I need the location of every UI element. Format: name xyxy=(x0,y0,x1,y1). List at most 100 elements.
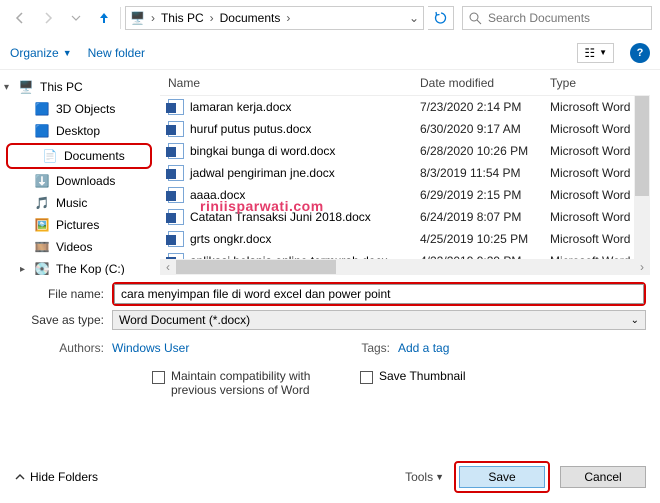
file-date: 6/28/2020 10:26 PM xyxy=(420,144,550,158)
docx-icon xyxy=(168,187,184,203)
breadcrumb-part[interactable]: This PC xyxy=(161,11,204,25)
file-name: bingkai bunga di word.docx xyxy=(190,144,335,158)
sidebar-item-videos[interactable]: 🎞️ Videos xyxy=(0,236,160,258)
expand-icon[interactable]: ▸ xyxy=(20,264,25,275)
sidebar-item-label: This PC xyxy=(40,80,83,94)
sidebar-item-downloads[interactable]: ⬇️ Downloads xyxy=(0,170,160,192)
sidebar-item-label: Documents xyxy=(64,149,125,163)
filename-input[interactable] xyxy=(114,284,644,304)
sidebar-item-desktop[interactable]: 🟦 Desktop xyxy=(0,120,160,142)
file-date: 6/24/2019 8:07 PM xyxy=(420,210,550,224)
view-options-button[interactable]: ☷▼ xyxy=(577,43,614,63)
nav-toolbar: 🖥️ › This PC › Documents › ⌄ Search Docu… xyxy=(0,0,660,36)
search-input[interactable]: Search Documents xyxy=(462,6,652,30)
search-icon xyxy=(469,12,482,25)
sidebar-item-3d-objects[interactable]: 🟦3D Objects xyxy=(0,98,160,120)
pc-icon: 🖥️ xyxy=(130,11,145,25)
docx-icon xyxy=(168,231,184,247)
maintain-compat-checkbox[interactable] xyxy=(152,371,165,384)
docs-icon: 📄 xyxy=(42,148,58,164)
sidebar-item-the-kop-c-[interactable]: ▸💽The Kop (C:) xyxy=(0,258,160,275)
nav-recent-button[interactable] xyxy=(64,6,88,30)
file-list: Name Date modified Type lamaran kerja.do… xyxy=(160,70,650,275)
sidebar-item-this-pc[interactable]: ▾ 🖥️ This PC xyxy=(0,76,160,98)
chevron-right-icon: › xyxy=(284,11,292,25)
organize-menu[interactable]: Organize ▼ xyxy=(10,46,72,60)
maintain-compat-label: Maintain compatibility with previous ver… xyxy=(171,369,321,397)
refresh-button[interactable] xyxy=(428,6,454,30)
cancel-button[interactable]: Cancel xyxy=(560,466,646,488)
file-row[interactable]: jadwal pengiriman jne.docx 8/3/2019 11:54… xyxy=(160,162,650,184)
file-name: aaaa.docx xyxy=(190,188,245,202)
file-name: huruf putus putus.docx xyxy=(190,122,311,136)
tags-value[interactable]: Add a tag xyxy=(398,341,449,355)
file-row[interactable]: bingkai bunga di word.docx 6/28/2020 10:2… xyxy=(160,140,650,162)
file-row[interactable]: huruf putus putus.docx6/30/2020 9:17 AMM… xyxy=(160,118,650,140)
command-bar: Organize ▼ New folder ☷▼ ? xyxy=(0,36,660,70)
file-date: 6/29/2019 2:15 PM xyxy=(420,188,550,202)
file-name: Catatan Transaksi Juni 2018.docx xyxy=(190,210,371,224)
address-bar[interactable]: 🖥️ › This PC › Documents › ⌄ xyxy=(125,6,424,30)
docx-icon xyxy=(168,121,184,137)
drive-icon: 💽 xyxy=(34,261,50,275)
form-area: File name: Save as type: Word Document (… xyxy=(0,275,660,333)
sidebar-item-pictures[interactable]: 🖼️ Pictures xyxy=(0,214,160,236)
vertical-scrollbar[interactable] xyxy=(634,96,650,259)
main-area: ▾ 🖥️ This PC 🟦3D Objects 🟦 Desktop 📄 Documents ⬇… xyxy=(0,70,660,275)
file-date: 6/30/2020 9:17 AM xyxy=(420,122,550,136)
music-icon: 🎵 xyxy=(34,195,50,211)
file-date: 4/25/2019 10:25 PM xyxy=(420,232,550,246)
down-icon: ⬇️ xyxy=(34,173,50,189)
video-icon: 🎞️ xyxy=(34,239,50,255)
col-date[interactable]: Date modified xyxy=(420,76,550,90)
expand-icon[interactable]: ▾ xyxy=(4,82,9,93)
save-thumbnail-checkbox[interactable] xyxy=(360,371,373,384)
help-button[interactable]: ? xyxy=(630,43,650,63)
file-date: 8/3/2019 11:54 PM xyxy=(420,166,550,180)
divider xyxy=(120,7,121,29)
authors-label: Authors: xyxy=(14,341,104,355)
nav-up-button[interactable] xyxy=(92,6,116,30)
saveas-select[interactable]: Word Document (*.docx) ⌄ xyxy=(112,310,646,330)
docx-icon xyxy=(168,99,184,115)
save-button[interactable]: Save xyxy=(459,466,545,488)
pics-icon: 🖼️ xyxy=(34,217,50,233)
sidebar-item-label: Desktop xyxy=(56,124,100,138)
column-headers: Name Date modified Type xyxy=(160,70,650,96)
sidebar-item-music[interactable]: 🎵Music xyxy=(0,192,160,214)
authors-value[interactable]: Windows User xyxy=(112,341,342,355)
filename-label: File name: xyxy=(14,287,104,301)
horizontal-scrollbar[interactable]: ‹ › xyxy=(160,259,650,275)
desktop-icon: 🟦 xyxy=(34,123,50,139)
docx-icon xyxy=(168,143,184,159)
file-row[interactable]: lamaran kerja.docx7/23/2020 2:14 PMMicro… xyxy=(160,96,650,118)
new-folder-button[interactable]: New folder xyxy=(88,46,145,60)
sidebar-item-documents[interactable]: 📄 Documents xyxy=(8,145,150,167)
saveas-label: Save as type: xyxy=(14,313,104,327)
breadcrumb-part[interactable]: Documents xyxy=(220,11,281,25)
file-name: jadwal pengiriman jne.docx xyxy=(190,166,335,180)
save-thumbnail-label: Save Thumbnail xyxy=(379,369,466,383)
sidebar-item-label: 3D Objects xyxy=(56,102,115,116)
file-date: 7/23/2020 2:14 PM xyxy=(420,100,550,114)
sidebar-item-label: Downloads xyxy=(56,174,115,188)
file-row[interactable]: Catatan Transaksi Juni 2018.docx 6/24/201… xyxy=(160,206,650,228)
tools-menu[interactable]: Tools ▼ xyxy=(405,470,444,484)
chevron-right-icon: › xyxy=(208,11,216,25)
file-row[interactable]: aaaa.docx6/29/2019 2:15 PMMicrosoft Word… xyxy=(160,184,650,206)
chevron-up-icon xyxy=(14,471,26,483)
nav-back-button[interactable] xyxy=(8,6,32,30)
address-dropdown-icon[interactable]: ⌄ xyxy=(409,11,419,25)
hide-folders-button[interactable]: Hide Folders xyxy=(14,470,98,484)
file-row[interactable]: grts ongkr.docx4/25/2019 10:25 PMMicroso… xyxy=(160,228,650,250)
nav-sidebar: ▾ 🖥️ This PC 🟦3D Objects 🟦 Desktop 📄 Documents ⬇… xyxy=(0,70,160,275)
col-name[interactable]: Name xyxy=(160,76,420,90)
col-type[interactable]: Type xyxy=(550,76,650,90)
nav-forward-button[interactable] xyxy=(36,6,60,30)
pc-icon: 🖥️ xyxy=(18,79,34,95)
file-name: grts ongkr.docx xyxy=(190,232,271,246)
file-row[interactable]: aplikasi belanja online termurah.docx4/2… xyxy=(160,250,650,259)
file-name: lamaran kerja.docx xyxy=(190,100,291,114)
sidebar-item-label: Videos xyxy=(56,240,92,254)
sidebar-item-label: Pictures xyxy=(56,218,99,232)
